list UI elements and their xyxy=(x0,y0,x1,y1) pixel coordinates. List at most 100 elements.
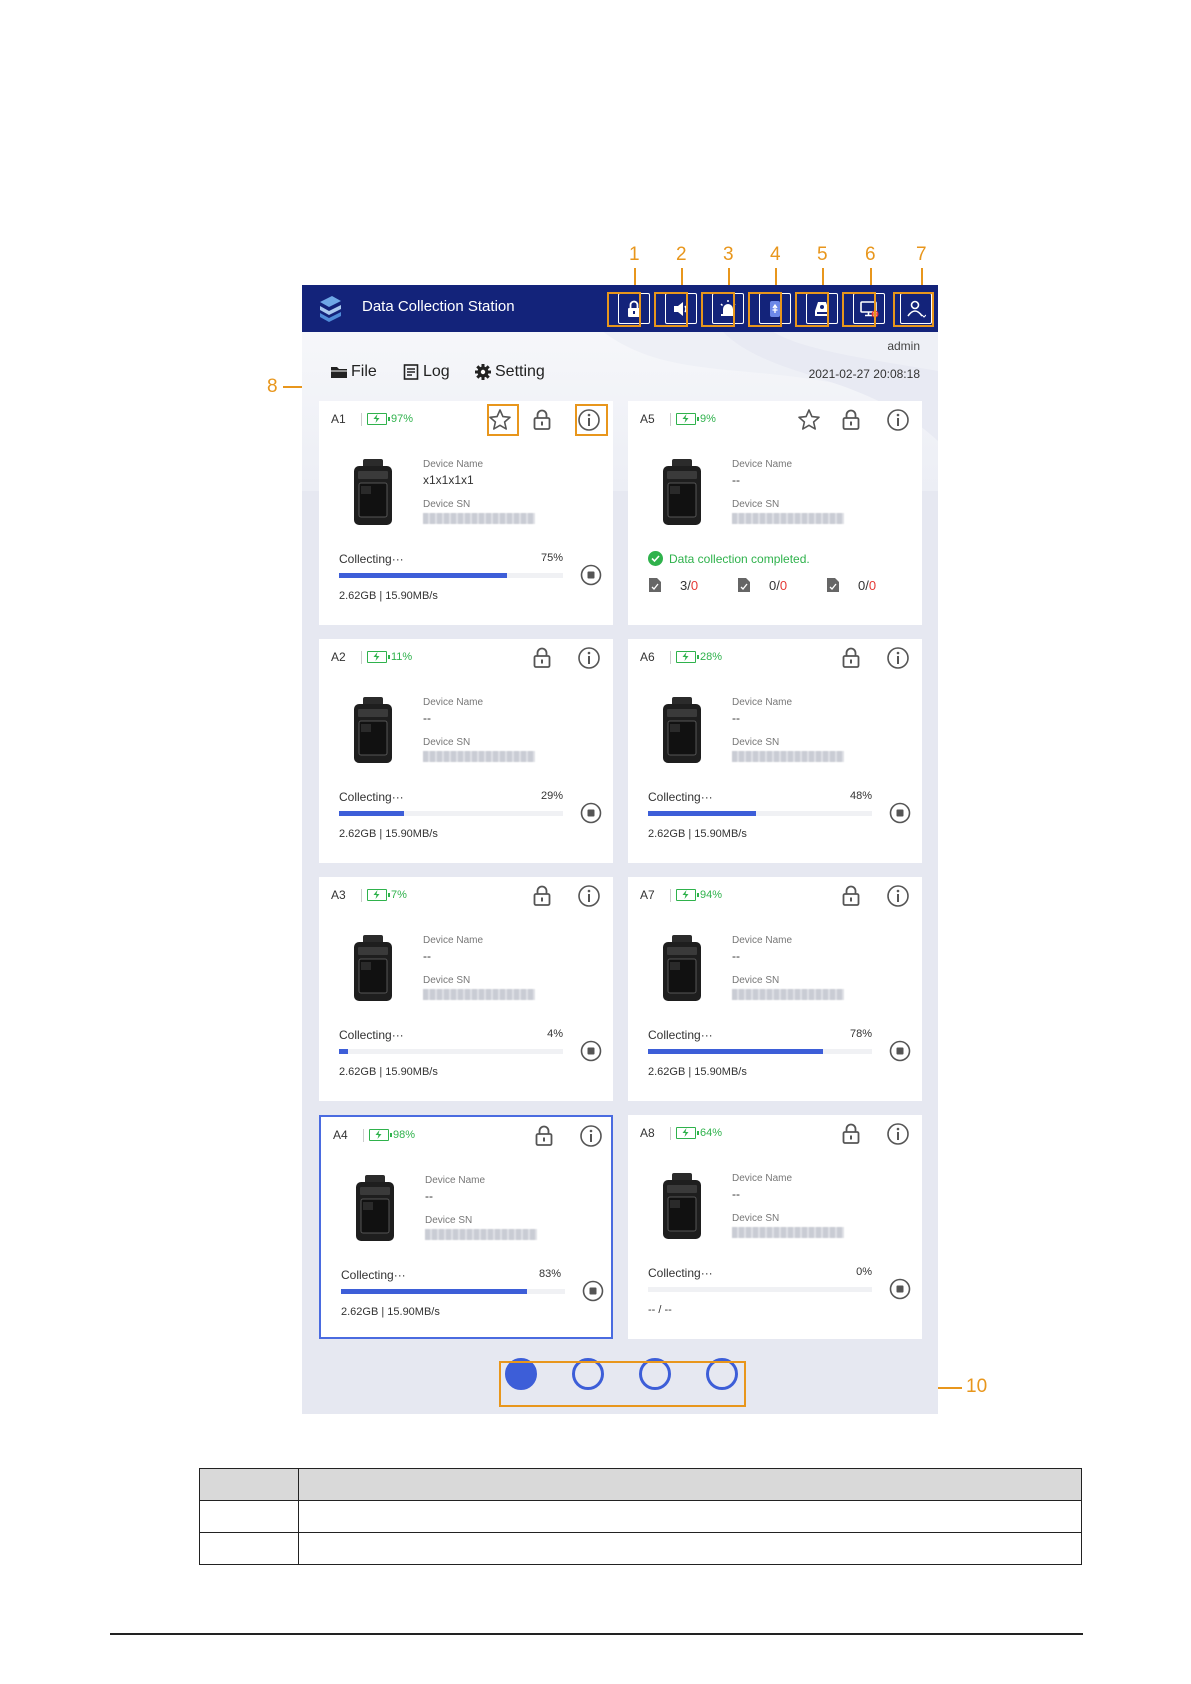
battery-level: 9% xyxy=(700,413,716,425)
collecting-status: Collecting··· xyxy=(339,552,404,566)
menu-file[interactable]: File xyxy=(330,363,377,381)
battery-icon xyxy=(367,651,390,663)
stop-collection-button[interactable] xyxy=(580,1040,602,1062)
lock-icon[interactable] xyxy=(531,1123,557,1149)
footer-rule xyxy=(110,1633,1083,1635)
callout-4: 4 xyxy=(770,244,781,265)
callout-3: 3 xyxy=(723,244,734,265)
info-icon[interactable] xyxy=(578,1123,604,1149)
progress-bar xyxy=(339,1049,563,1054)
slot-label: A4 xyxy=(333,1128,348,1142)
current-user: admin xyxy=(887,339,920,353)
device-card-a1[interactable]: A1 97% Device Name x1x1x1x1 Device SN Collect… xyxy=(319,401,613,625)
callout-10: 10 xyxy=(966,1376,988,1397)
stop-collection-button[interactable] xyxy=(580,802,602,824)
slot-label: A6 xyxy=(640,650,655,664)
slot-divider xyxy=(361,651,362,664)
menu-setting[interactable]: Setting xyxy=(474,363,545,381)
menu-file-label: File xyxy=(351,363,377,380)
slot-divider xyxy=(361,889,362,902)
stop-collection-button[interactable] xyxy=(889,1278,911,1300)
app-logo-icon xyxy=(320,296,341,322)
progress-fill xyxy=(648,1049,823,1054)
info-icon[interactable] xyxy=(885,645,911,671)
device-card-a2[interactable]: A2 11% Device Name -- Device SN Collecting···… xyxy=(319,639,613,863)
lock-icon[interactable] xyxy=(529,883,555,909)
log-icon xyxy=(403,364,419,380)
body-camera-image xyxy=(662,1173,702,1241)
battery-level: 28% xyxy=(700,651,723,663)
progress-percent: 78% xyxy=(849,1028,872,1040)
transfer-stats: -- / -- xyxy=(648,1304,672,1316)
device-name-label: Device Name xyxy=(423,459,484,470)
progress-percent: 0% xyxy=(856,1266,872,1278)
menu-log[interactable]: Log xyxy=(402,363,450,381)
info-icon[interactable] xyxy=(885,1121,911,1147)
slot-label: A8 xyxy=(640,1126,655,1140)
device-name-value: -- xyxy=(732,1187,740,1201)
menu-setting-label: Setting xyxy=(495,363,545,380)
battery-indicator: 28% xyxy=(676,651,722,663)
callout-box-6 xyxy=(842,292,876,327)
info-icon[interactable] xyxy=(576,645,602,671)
battery-indicator: 98% xyxy=(369,1129,415,1141)
battery-icon xyxy=(369,1129,392,1141)
lock-icon[interactable] xyxy=(529,407,555,433)
table-row xyxy=(199,1532,1082,1565)
progress-fill xyxy=(339,573,507,578)
collecting-status: Collecting··· xyxy=(339,790,404,804)
lock-icon[interactable] xyxy=(838,645,864,671)
progress-bar xyxy=(339,811,563,816)
callout-5: 5 xyxy=(817,244,828,265)
lock-icon[interactable] xyxy=(838,407,864,433)
device-card-a4[interactable]: A4 98% Device Name -- Device SN Collecting···… xyxy=(319,1115,613,1339)
device-card-a7[interactable]: A7 94% Device Name -- Device SN Collecting···… xyxy=(628,877,922,1101)
file-type-icon xyxy=(826,577,840,593)
lock-icon[interactable] xyxy=(838,1121,864,1147)
device-sn-redacted xyxy=(423,513,535,524)
description-table xyxy=(199,1468,1082,1565)
device-name-value: -- xyxy=(732,949,740,963)
file-type-icon xyxy=(737,577,751,593)
collecting-status: Collecting··· xyxy=(648,1028,713,1042)
stop-collection-button[interactable] xyxy=(580,564,602,586)
table-header-cell xyxy=(298,1468,1082,1501)
gear-icon xyxy=(475,364,491,380)
callout-box-9 xyxy=(575,404,608,436)
stop-collection-button[interactable] xyxy=(889,1040,911,1062)
slot-label: A3 xyxy=(331,888,346,902)
slot-label: A2 xyxy=(331,650,346,664)
collecting-status: Collecting··· xyxy=(341,1268,406,1282)
info-icon[interactable] xyxy=(885,407,911,433)
device-sn-redacted xyxy=(732,1227,844,1238)
completed-text: Data collection completed. xyxy=(669,551,810,566)
device-sn-label: Device SN xyxy=(732,1213,780,1224)
count-failed: 0 xyxy=(868,577,877,593)
lock-icon[interactable] xyxy=(838,883,864,909)
device-sn-label: Device SN xyxy=(425,1215,473,1226)
device-card-a8[interactable]: A8 64% Device Name -- Device SN Collecting···… xyxy=(628,1115,922,1339)
callout-box-10 xyxy=(499,1361,746,1407)
count-failed: 0 xyxy=(690,577,699,593)
stop-collection-button[interactable] xyxy=(582,1280,604,1302)
progress-bar xyxy=(648,1287,872,1292)
callout-box-1 xyxy=(607,292,641,327)
table-row xyxy=(199,1500,1082,1533)
device-sn-label: Device SN xyxy=(423,737,471,748)
device-card-a6[interactable]: A6 28% Device Name -- Device SN Collecting···… xyxy=(628,639,922,863)
device-card-a3[interactable]: A3 7% Device Name -- Device SN Collecting··· 4… xyxy=(319,877,613,1101)
favorite-star-icon[interactable] xyxy=(796,407,822,433)
body-camera-image xyxy=(353,697,393,765)
stop-collection-button[interactable] xyxy=(889,802,911,824)
transfer-stats: 2.62GB | 15.90MB/s xyxy=(339,590,438,602)
progress-bar xyxy=(648,1049,872,1054)
info-icon[interactable] xyxy=(885,883,911,909)
info-icon[interactable] xyxy=(576,883,602,909)
app-window: Data Collection Station admin 2021-02-27… xyxy=(302,285,938,1414)
slot-label: A1 xyxy=(331,412,346,426)
device-card-a5[interactable]: A5 9% Device Name -- Device SN Data collectio… xyxy=(628,401,922,625)
callout-7: 7 xyxy=(916,244,927,265)
slot-label: A5 xyxy=(640,412,655,426)
progress-fill xyxy=(339,1049,348,1054)
lock-icon[interactable] xyxy=(529,645,555,671)
